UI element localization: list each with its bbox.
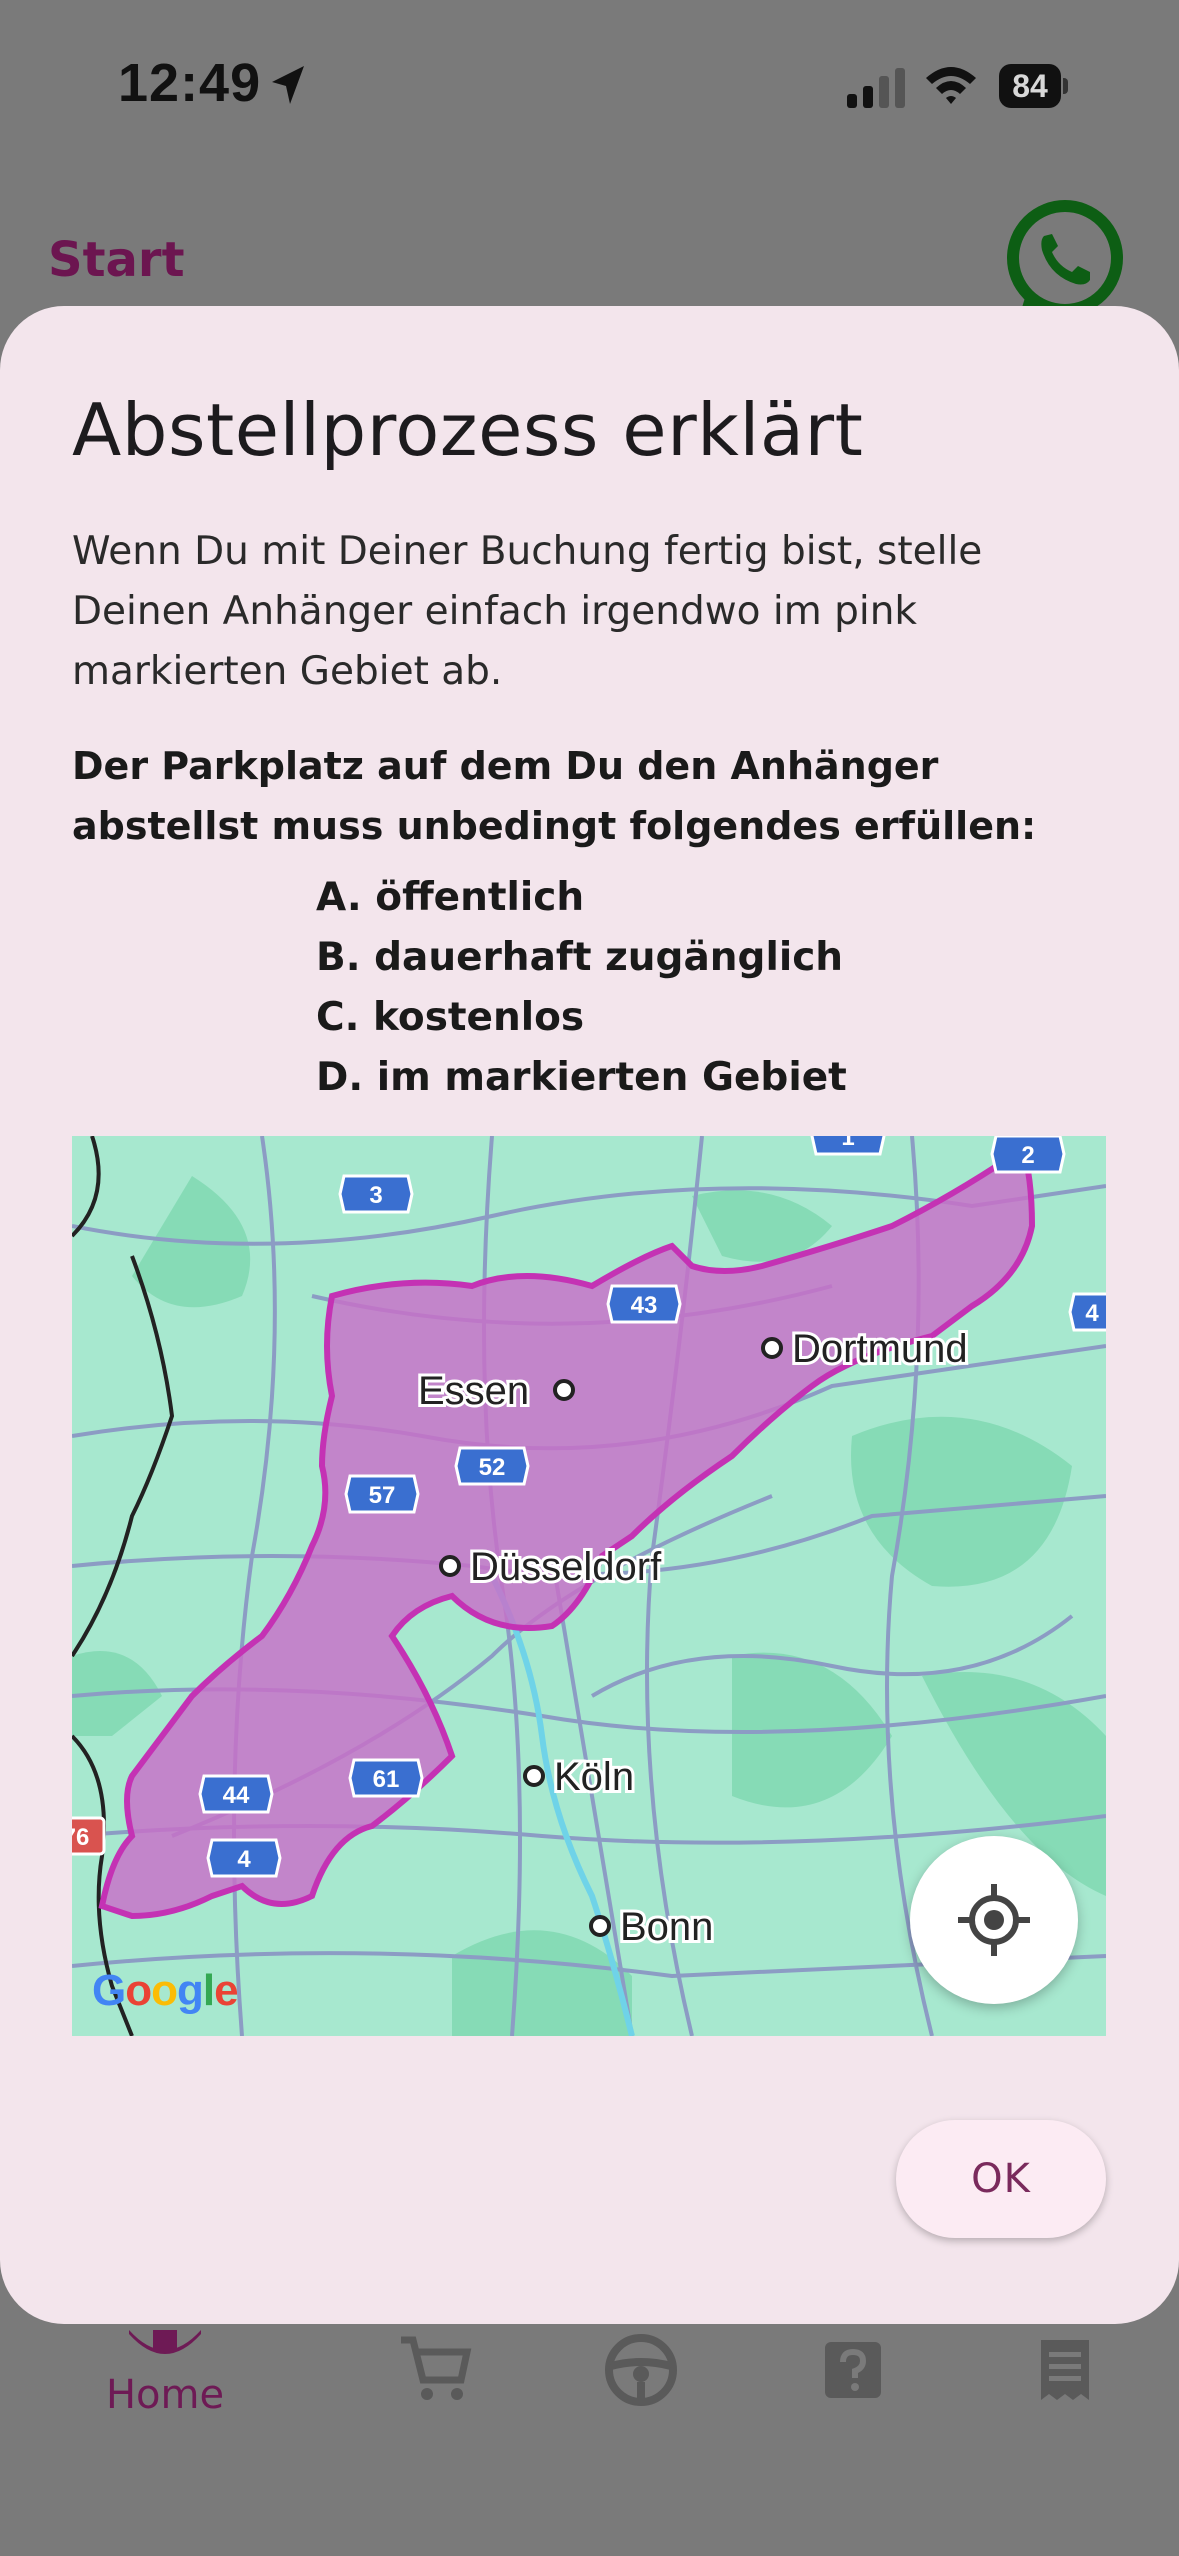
location-arrow-icon bbox=[272, 66, 304, 104]
home-indicator bbox=[0, 2550, 1179, 2556]
requirement-item: A. öffentlich bbox=[316, 875, 585, 920]
help-icon bbox=[825, 2342, 881, 2398]
city-essen: Essen bbox=[418, 1369, 529, 1413]
shield-3: 3 bbox=[369, 1182, 382, 1209]
city-dortmund: Dortmund bbox=[792, 1327, 968, 1371]
shield-57: 57 bbox=[369, 1482, 396, 1509]
battery-tip bbox=[1063, 78, 1068, 94]
shield-52: 52 bbox=[479, 1454, 506, 1481]
requirements-list: A. öffentlich B. dauerhaft zugänglich C.… bbox=[316, 868, 847, 1108]
shield-4: 4 bbox=[237, 1846, 251, 1873]
shield-76: 76 bbox=[72, 1824, 89, 1851]
shield-61: 61 bbox=[373, 1766, 400, 1793]
dialog-intro-text: Wenn Du mit Deiner Buchung fertig bist, … bbox=[72, 529, 983, 694]
battery-indicator: 84 bbox=[999, 64, 1068, 108]
requirement-item: C. kostenlos bbox=[316, 995, 585, 1040]
crosshair-icon bbox=[958, 1884, 1030, 1956]
dialog-requirement-text: Der Parkplatz auf dem Du den Anhänger ab… bbox=[72, 744, 1037, 848]
nav-item-steering[interactable] bbox=[546, 2330, 736, 2410]
home-icon bbox=[129, 2330, 201, 2354]
shield-4b: 4 bbox=[1085, 1300, 1099, 1327]
shield-44: 44 bbox=[223, 1782, 250, 1809]
bottom-navigation: Home bbox=[0, 2290, 1179, 2556]
google-logo: Google bbox=[92, 1966, 239, 2015]
nav-item-home[interactable]: Home bbox=[70, 2330, 260, 2418]
nav-item-receipts[interactable] bbox=[970, 2330, 1160, 2410]
wifi-icon bbox=[926, 67, 976, 104]
city-duesseldorf: Düsseldorf bbox=[470, 1545, 662, 1589]
app-screen: 12:49 84 Start Home Abstellprozess erklä… bbox=[0, 0, 1179, 2556]
requirement-item: D. im markierten Gebiet bbox=[316, 1055, 847, 1100]
my-location-button[interactable] bbox=[910, 1836, 1078, 2004]
dialog-title: Abstellprozess erklärt bbox=[72, 388, 864, 472]
city-koeln: Köln bbox=[554, 1755, 634, 1799]
status-bar: 12:49 84 bbox=[0, 0, 1179, 170]
battery-level: 84 bbox=[999, 64, 1061, 108]
nav-item-help[interactable] bbox=[758, 2330, 948, 2410]
shield-43: 43 bbox=[631, 1292, 658, 1319]
status-time: 12:49 bbox=[118, 53, 262, 113]
signal-icon bbox=[847, 68, 905, 108]
receipt-icon bbox=[1041, 2340, 1089, 2400]
ok-button[interactable]: OK bbox=[896, 2120, 1106, 2238]
shield-1: 1 bbox=[841, 1136, 854, 1151]
city-bonn: Bonn bbox=[620, 1905, 713, 1949]
steering-wheel-icon bbox=[605, 2334, 677, 2406]
map-view[interactable]: 3 2 43 52 57 61 44 4 1 4 76 Dortmund bbox=[72, 1136, 1106, 2036]
nav-label-home: Home bbox=[105, 2372, 225, 2418]
requirement-item: B. dauerhaft zugänglich bbox=[316, 935, 844, 980]
dialog: Abstellprozess erklärt Wenn Du mit Deine… bbox=[0, 306, 1179, 2324]
page-title: Start bbox=[48, 232, 185, 288]
nav-item-cart[interactable] bbox=[340, 2330, 530, 2410]
cart-icon bbox=[401, 2336, 472, 2400]
shield-2: 2 bbox=[1021, 1142, 1034, 1169]
